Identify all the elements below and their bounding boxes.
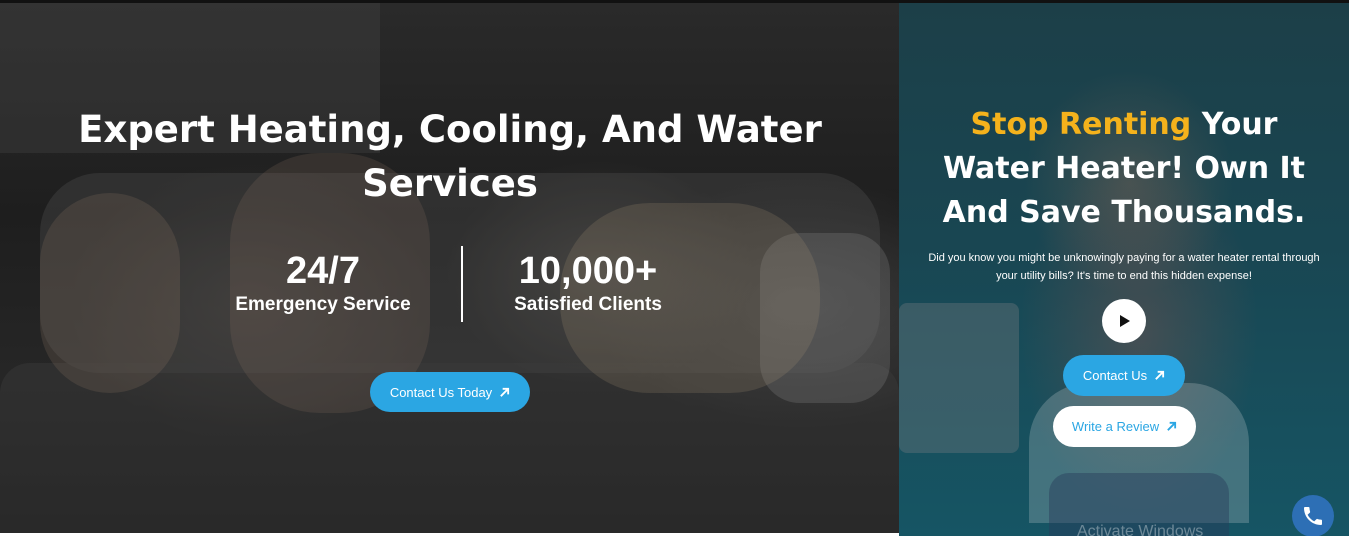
contact-us-today-button[interactable]: Contact Us Today	[370, 372, 530, 412]
promo-description: Did you know you might be unknowingly pa…	[928, 252, 1320, 282]
write-a-review-button[interactable]: Write a Review	[1053, 406, 1196, 447]
button-label: Contact Us	[1082, 368, 1148, 383]
stat-value: 10,000+	[518, 250, 658, 292]
promo-title-accent: Stop Renting	[970, 107, 1192, 142]
activate-windows-watermark: Activate Windows	[1077, 523, 1204, 536]
promo-title: Stop Renting Your Water Heater! Own It A…	[923, 103, 1325, 235]
contact-us-button[interactable]: Contact Us	[1063, 355, 1185, 396]
button-label: Write a Review	[1071, 419, 1160, 434]
arrow-up-right-icon	[1155, 370, 1165, 380]
stat-divider	[461, 246, 463, 322]
hero-section: Expert Heating, Cooling, And Water Servi…	[0, 3, 899, 533]
stat-label: Emergency Service	[235, 294, 411, 315]
promo-panel: Stop Renting Your Water Heater! Own It A…	[899, 3, 1349, 536]
background-person	[40, 193, 180, 393]
arrow-up-right-icon	[1167, 421, 1177, 431]
stat-label: Satisfied Clients	[514, 294, 662, 315]
stat-satisfied-clients: 10,000+ Satisfied Clients	[500, 249, 676, 317]
phone-icon	[1304, 507, 1322, 525]
arrow-up-right-icon	[500, 387, 510, 397]
phone-call-button[interactable]	[1292, 495, 1334, 536]
hero-title: Expert Heating, Cooling, And Water Servi…	[78, 108, 822, 205]
background-laptop	[899, 303, 1019, 453]
stat-value: 24/7	[286, 250, 360, 292]
button-label: Contact Us Today	[389, 384, 493, 400]
play-icon	[1120, 315, 1130, 327]
stat-emergency-service: 24/7 Emergency Service	[228, 249, 418, 317]
play-video-button[interactable]	[1102, 299, 1146, 343]
